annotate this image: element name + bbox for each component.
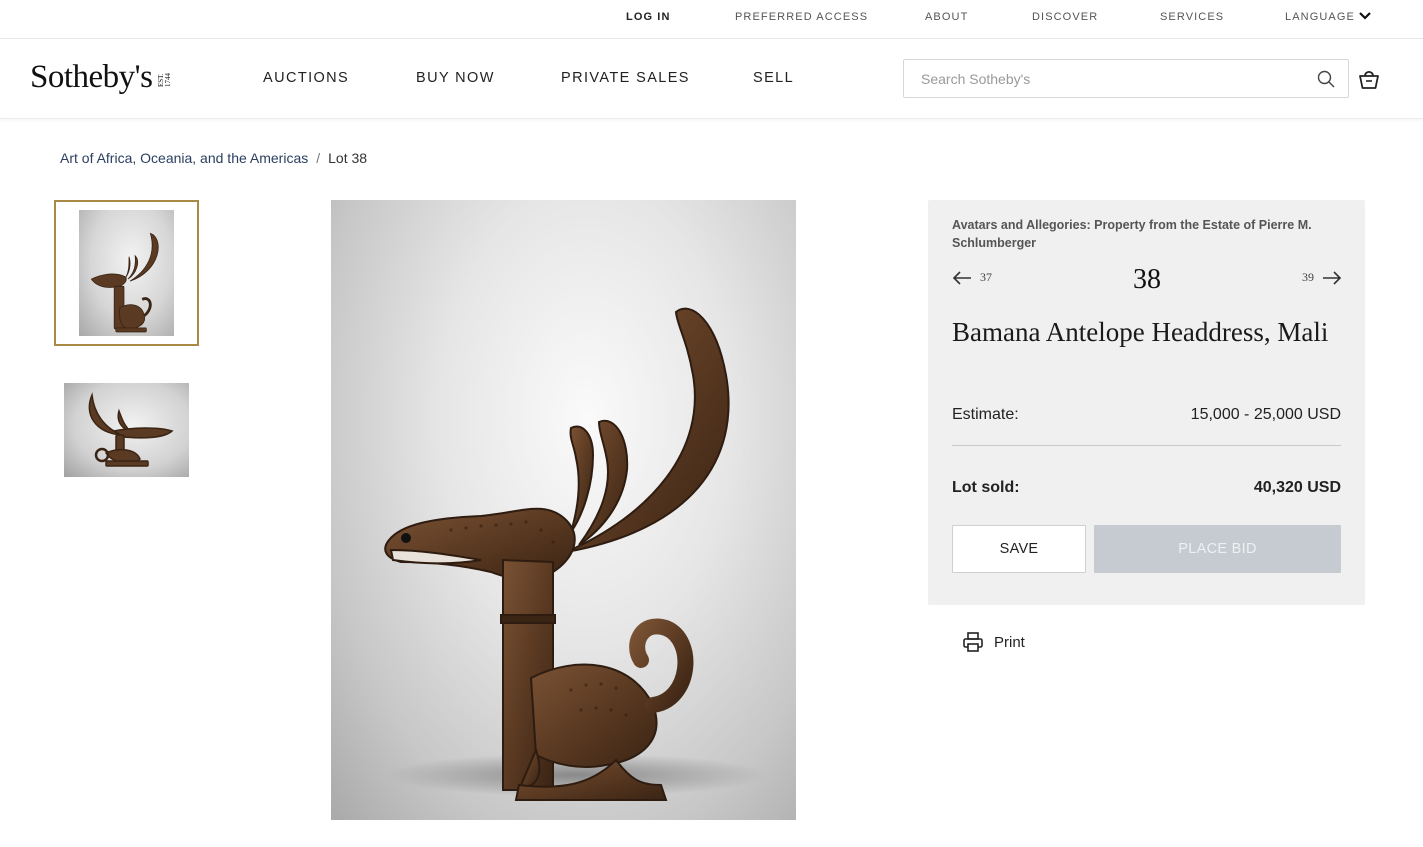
breadcrumb-separator: / xyxy=(316,150,321,166)
next-lot-number: 39 xyxy=(1302,270,1314,284)
breadcrumb-current: Lot 38 xyxy=(328,150,368,166)
search-input[interactable] xyxy=(904,60,1304,97)
about-link[interactable]: ABOUT xyxy=(925,11,968,23)
nav-buy-now[interactable]: BUY NOW xyxy=(416,70,495,86)
place-bid-button[interactable]: PLACE BID xyxy=(1094,525,1341,573)
lot-main-image[interactable] xyxy=(331,200,796,820)
thumbnail-2-artwork xyxy=(88,392,174,467)
thumbnail-1-image xyxy=(79,210,174,336)
logo-est: EST. 1744 xyxy=(157,73,173,87)
print-button[interactable]: Print xyxy=(962,631,1025,653)
utility-bar: LOG IN PREFERRED ACCESS ABOUT DISCOVER S… xyxy=(0,0,1423,39)
site-header: Sotheby's EST. 1744 AUCTIONS BUY NOW PRI… xyxy=(0,39,1423,119)
preferred-access-link[interactable]: PREFERRED ACCESS xyxy=(735,11,868,23)
save-button[interactable]: SAVE xyxy=(952,525,1086,573)
services-link[interactable]: SERVICES xyxy=(1160,11,1224,23)
printer-icon xyxy=(963,632,983,652)
thumbnail-1[interactable] xyxy=(54,200,199,346)
lot-info-panel: Avatars and Allegories: Property from th… xyxy=(928,200,1365,605)
thumbnail-1-artwork xyxy=(90,232,159,333)
breadcrumb: Art of Africa, Oceania, and the Americas… xyxy=(60,150,367,166)
lot-sold-value: 40,320 USD xyxy=(1253,479,1341,496)
estimate-value: 15,000 - 25,000 USD xyxy=(1190,406,1341,423)
nav-auctions[interactable]: AUCTIONS xyxy=(263,70,349,86)
arrow-right-icon xyxy=(1323,270,1342,285)
lot-sold-label: Lot sold: xyxy=(952,479,1020,496)
discover-link[interactable]: DISCOVER xyxy=(1032,11,1098,23)
estimate-label: Estimate: xyxy=(952,406,1019,423)
nav-private-sales[interactable]: PRIVATE SALES xyxy=(561,70,690,86)
lot-title: Bamana Antelope Headdress, Mali xyxy=(952,317,1329,347)
lot-sold-row: Lot sold: 40,320 USD xyxy=(952,479,1341,497)
shopping-bag-icon[interactable] xyxy=(1358,68,1380,90)
nav-sell[interactable]: SELL xyxy=(753,70,794,86)
search-icon[interactable] xyxy=(1317,70,1335,88)
lot-navigation: 37 38 39 xyxy=(952,264,1342,296)
login-link[interactable]: LOG IN xyxy=(626,11,671,23)
sothebys-logo[interactable]: Sotheby's EST. 1744 xyxy=(30,57,172,97)
language-menu[interactable]: LANGUAGE xyxy=(1285,11,1371,23)
next-lot-link[interactable]: 39 xyxy=(1302,270,1342,285)
language-label: LANGUAGE xyxy=(1285,11,1355,23)
breadcrumb-department-link[interactable]: Art of Africa, Oceania, and the Americas xyxy=(60,150,308,166)
estimate-row: Estimate: 15,000 - 25,000 USD xyxy=(952,406,1341,446)
search-box xyxy=(903,59,1349,98)
thumbnail-2[interactable] xyxy=(64,383,189,477)
sale-title[interactable]: Avatars and Allegories: Property from th… xyxy=(952,216,1342,252)
lot-number: 38 xyxy=(1133,264,1161,295)
logo-wordmark: Sotheby's xyxy=(30,58,153,95)
main-artwork xyxy=(384,307,766,801)
print-label: Print xyxy=(994,633,1025,651)
chevron-down-icon xyxy=(1359,11,1371,20)
